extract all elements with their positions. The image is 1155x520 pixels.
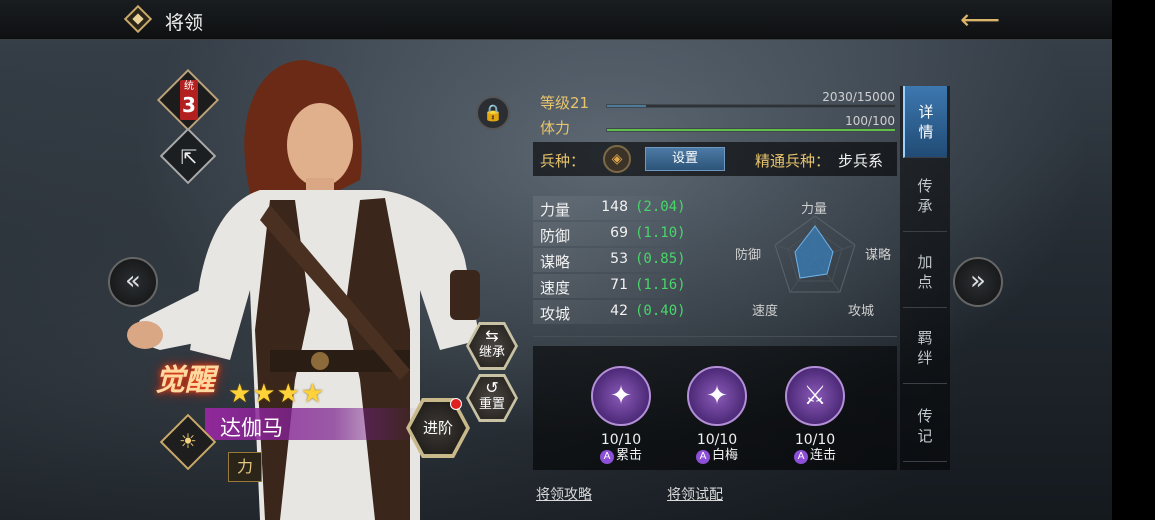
skill-name: 连击 xyxy=(809,448,836,463)
tab-label-char: 传 xyxy=(917,407,933,425)
back-arrow-icon[interactable]: ⟵ xyxy=(960,6,1000,34)
star-rating: ★★★★ xyxy=(228,379,326,409)
skill-grade-tag: A xyxy=(793,450,808,464)
stat-growth: (0.40) xyxy=(635,303,686,319)
exp-bar xyxy=(606,104,896,108)
stat-value: 69 xyxy=(610,225,628,241)
stat-name: 谋略 xyxy=(540,253,571,271)
helmet-icon: ⚔ xyxy=(785,366,845,426)
stat-name: 防御 xyxy=(540,227,571,245)
skill-slot-1[interactable]: ✦ 10/10 A 累击 xyxy=(581,366,661,464)
tab-4[interactable]: 传记 xyxy=(903,390,947,462)
inherit-label: 继承 xyxy=(478,345,505,360)
stat-value: 71 xyxy=(610,277,628,293)
skill-name-row: A 连击 xyxy=(775,448,855,464)
stat-radar-chart: 力量 谋略 攻城 速度 防御 xyxy=(730,196,900,326)
stat-growth: (0.85) xyxy=(635,251,686,267)
hero-trial-link[interactable]: 将领试配 xyxy=(667,484,723,504)
skill-name-row: A 累击 xyxy=(581,448,661,464)
stamina-text: 100/100 xyxy=(845,114,895,128)
tab-2[interactable]: 加点 xyxy=(903,236,947,308)
hero-name: 达伽马 xyxy=(220,416,283,440)
command-label: 统 xyxy=(184,81,194,92)
tab-label-char: 羁 xyxy=(917,329,933,347)
skill-name: 累击 xyxy=(615,448,642,463)
skill-grade-tag: A xyxy=(695,450,710,464)
tab-label-char: 承 xyxy=(917,197,933,215)
stat-name: 速度 xyxy=(540,279,571,297)
swap-icon: ⇆ xyxy=(485,326,499,345)
stat-growth: (1.10) xyxy=(635,225,686,241)
undo-icon: ↺ xyxy=(485,378,499,397)
radar-label-speed: 速度 xyxy=(752,304,779,319)
tab-0[interactable]: 详情 xyxy=(903,86,947,158)
hero-type-badge: 力 xyxy=(228,452,262,482)
command-value: 3 xyxy=(182,93,196,117)
page-title: 将领 xyxy=(165,12,204,34)
stamina-bar xyxy=(606,128,896,132)
divider xyxy=(533,336,897,337)
skill-name-row: A 白梅 xyxy=(677,448,757,464)
stat-name: 力量 xyxy=(540,201,571,219)
troop-setting-button[interactable]: 设置 xyxy=(645,147,725,171)
stamina-label: 体力 xyxy=(540,119,571,137)
skill-grade-tag: A xyxy=(599,450,614,464)
crossed-swords-icon: ✦ xyxy=(687,366,747,426)
radar-label-strength: 力量 xyxy=(801,202,828,217)
sun-icon: ☀ xyxy=(179,429,197,453)
skill-slot-3[interactable]: ⚔ 10/10 A 连击 xyxy=(775,366,855,464)
share-icon: ⇱ xyxy=(180,145,198,169)
stat-value: 53 xyxy=(610,251,628,267)
tab-label-char: 绊 xyxy=(917,349,933,367)
next-hero-button[interactable]: » xyxy=(953,257,1003,307)
stamina-bar-fill xyxy=(607,129,895,131)
skill-slot-2[interactable]: ✦ 10/10 A 白梅 xyxy=(677,366,757,464)
skill-level: 10/10 xyxy=(794,432,836,448)
stat-name: 攻城 xyxy=(540,305,571,323)
command-badge: 统 3 xyxy=(180,80,198,120)
inherit-button[interactable]: ⇆ 继承 xyxy=(466,322,518,370)
stat-growth: (1.16) xyxy=(635,277,686,293)
master-troop-label: 精通兵种： xyxy=(755,152,831,170)
skill-name: 白梅 xyxy=(711,448,738,463)
hero-guide-link[interactable]: 将领攻略 xyxy=(536,484,592,504)
radar-label-defense: 防御 xyxy=(735,248,762,263)
stat-value: 148 xyxy=(601,199,628,215)
tab-label-char: 传 xyxy=(917,177,933,195)
skill-level: 10/10 xyxy=(600,432,642,448)
screen-edge xyxy=(1112,0,1155,520)
level-label: 等级21 xyxy=(540,94,590,112)
reset-button[interactable]: ↺ 重置 xyxy=(466,374,518,422)
tab-label-char: 点 xyxy=(917,273,933,291)
stat-growth: (2.04) xyxy=(635,199,686,215)
exp-text: 2030/15000 xyxy=(822,90,895,104)
skill-level: 10/10 xyxy=(696,432,738,448)
radar-label-strategy: 谋略 xyxy=(865,248,892,263)
notification-dot xyxy=(450,398,462,410)
tab-label-char: 记 xyxy=(917,427,933,445)
awaken-badge: 觉醒 xyxy=(155,363,215,398)
prev-hero-button[interactable]: « xyxy=(108,257,158,307)
tab-label-char: 详 xyxy=(918,103,934,121)
tab-label-char: 情 xyxy=(918,123,934,141)
master-troop-value: 步兵系 xyxy=(838,152,884,170)
reset-label: 重置 xyxy=(478,397,505,412)
tab-label-char: 加 xyxy=(917,253,933,271)
troop-label: 兵种： xyxy=(540,152,586,170)
lock-icon[interactable]: 🔒 xyxy=(476,96,510,130)
stat-value: 42 xyxy=(610,303,628,319)
crossed-swords-icon: ✦ xyxy=(591,366,651,426)
tab-1[interactable]: 传承 xyxy=(903,160,947,232)
shield-icon: ◈ xyxy=(603,145,631,173)
tab-3[interactable]: 羁绊 xyxy=(903,312,947,384)
radar-label-siege: 攻城 xyxy=(848,304,875,319)
exp-bar-fill xyxy=(607,105,646,107)
